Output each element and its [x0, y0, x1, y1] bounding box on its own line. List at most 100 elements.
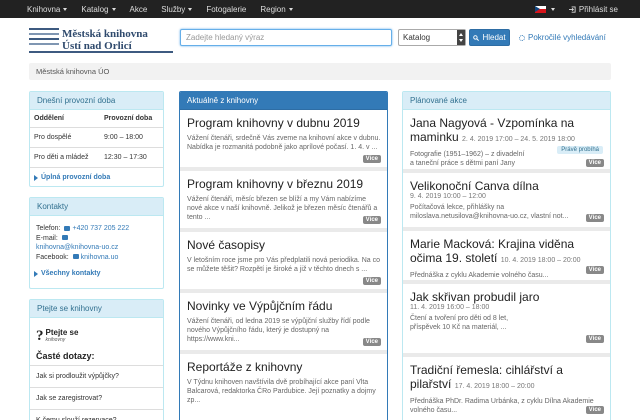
event-date: 17. 4. 2019 18:00 – 20:00: [454, 383, 535, 390]
news-title[interactable]: Program knihovny v dubnu 2019: [187, 116, 381, 130]
event-date: 10. 4. 2019 18:00 – 20:00: [500, 257, 581, 264]
news-excerpt: V letošním roce jsme pro Vás předplatili…: [187, 257, 380, 273]
all-contacts-label: Všechny kontakty: [41, 270, 101, 277]
event-date: 11. 4. 2019 16:00 – 18:00: [410, 304, 490, 311]
search-input[interactable]: [180, 29, 392, 46]
search-button-label: Hledat: [482, 33, 506, 42]
login-link[interactable]: Přihlásit se: [568, 4, 618, 14]
nav-item-label: Akce: [129, 4, 148, 14]
faq-item[interactable]: K čemu slouží rezervace?: [30, 409, 163, 420]
advanced-search-label: Pokročilé vyhledávání: [528, 33, 606, 42]
hours-time: 12:30 – 17:30: [100, 147, 163, 168]
nav-item-katalog[interactable]: Katalog: [81, 4, 116, 14]
more-button[interactable]: Více: [585, 335, 604, 343]
search-icon: [473, 34, 480, 41]
news-excerpt: V Týdnu knihoven navštívila dvě probíhaj…: [187, 379, 376, 404]
event-title[interactable]: Velikonoční Canva dílna: [410, 179, 604, 193]
ask-logo-icon: ?: [36, 327, 44, 344]
caret-down-icon: [288, 7, 293, 11]
facebook-icon: [72, 254, 79, 260]
login-label: Přihlásit se: [578, 4, 618, 14]
event-item[interactable]: Velikonoční Canva dílna 9. 4. 2019 10:00…: [403, 174, 610, 231]
phone-label: Telefon:: [36, 225, 61, 232]
more-button[interactable]: Více: [585, 159, 604, 167]
event-item[interactable]: Marie Macková: Krajina viděna očima 19. …: [403, 232, 610, 284]
faq-item[interactable]: Jak si prodloužit výpůjčky?: [30, 365, 163, 387]
contacts-panel: Kontakty Telefon: +420 737 205 222 E-mai…: [29, 197, 164, 289]
news-item[interactable]: Reportáže z knihovny V Týdnu knihoven na…: [180, 355, 387, 415]
more-button[interactable]: Více: [362, 338, 381, 346]
phone-link[interactable]: +420 737 205 222: [72, 225, 129, 232]
more-button[interactable]: Více: [362, 216, 381, 224]
events-panel-title: Plánované akce: [403, 92, 610, 110]
all-contacts-link[interactable]: Všechny kontakty: [30, 270, 163, 283]
contacts-panel-title: Kontakty: [30, 198, 163, 216]
news-item[interactable]: Nové časopisy V letošním roce jsme pro V…: [180, 233, 387, 293]
facebook-label: Facebook:: [36, 253, 69, 261]
facebook-link[interactable]: knihovna.uo: [81, 254, 119, 261]
news-panel-title: Aktuálně z knihovny: [180, 92, 387, 110]
news-title[interactable]: Novinky ve Výpůjčním řádu: [187, 299, 381, 313]
nav-item-label: Služby: [161, 4, 186, 14]
hours-dept: Pro děti a mládež: [30, 147, 100, 168]
faq-item[interactable]: Jak se zaregistrovat?: [30, 387, 163, 409]
more-button[interactable]: Více: [362, 277, 381, 285]
full-hours-label: Úplná provozní doba: [41, 174, 111, 181]
event-date: 9. 4. 2019 10:00 – 12:00: [410, 193, 486, 200]
search-scope-value: Katalog: [403, 33, 431, 42]
hours-time: 9:00 – 18:00: [100, 127, 163, 148]
ongoing-badge: Právě probíhá: [557, 146, 603, 154]
email-label: E-mail:: [36, 234, 58, 242]
caret-down-icon: [63, 7, 68, 11]
news-item[interactable]: Program knihovny v březnu 2019 Vážení čt…: [180, 172, 387, 232]
more-button[interactable]: Více: [585, 214, 604, 222]
advanced-search-link[interactable]: Pokročilé vyhledávání: [519, 33, 606, 42]
email-link[interactable]: knihovna@knihovna-uo.cz: [36, 244, 118, 251]
main-menu: Knihovna Katalog Akce Služby Fotogalerie Regi…: [27, 5, 307, 14]
event-title[interactable]: Tradiční řemesla: cihlářství a pilařství…: [410, 363, 604, 394]
breadcrumb: Městská knihovna ÚO: [29, 63, 611, 80]
ask-library-logo[interactable]: ? Ptejte se knihovny: [36, 326, 157, 346]
caret-down-icon: [111, 7, 116, 11]
event-item[interactable]: Tradiční řemesla: cihlářství a pilařství…: [403, 358, 610, 420]
nav-item-sluzby[interactable]: Služby: [161, 4, 193, 14]
nav-item-akce[interactable]: Akce: [130, 5, 148, 14]
logo-line1: Městská knihovna: [62, 28, 148, 40]
news-item[interactable]: Program knihovny v dubnu 2019 Vážení čte…: [180, 111, 387, 171]
hours-table: Oddělení Provozní doba Pro dospělé 9:00 …: [30, 110, 163, 168]
news-excerpt: Vážení čtenáři, srdečně Vás zveme na kni…: [187, 135, 381, 151]
nav-item-region[interactable]: Region: [260, 5, 293, 14]
event-excerpt: Přednáška z cyklu Akademie volného času.…: [410, 272, 549, 279]
news-title[interactable]: Program knihovny v březnu 2019: [187, 177, 381, 191]
event-excerpt: Fotografie (1951–1962) – z divadelní a t…: [410, 151, 525, 173]
event-item[interactable]: Jana Nagyová - Vzpomínka na maminku 2. 4…: [403, 111, 610, 173]
news-title[interactable]: Reportáže z knihovny: [187, 360, 381, 374]
news-title[interactable]: Nové časopisy: [187, 238, 381, 252]
news-panel: Aktuálně z knihovny Program knihovny v d…: [179, 91, 388, 420]
select-arrows-icon: [457, 30, 465, 45]
nav-item-label: Fotogalerie: [206, 4, 247, 14]
event-item[interactable]: Jak skřivan probudil jaro 11. 4. 2019 16…: [403, 285, 610, 357]
full-hours-link[interactable]: Úplná provozní doba: [30, 168, 163, 186]
news-item[interactable]: Novinky ve Výpůjčním řádu Vážení čtenáři…: [180, 294, 387, 354]
search-scope-select[interactable]: Katalog: [398, 29, 466, 46]
language-caret-icon[interactable]: [550, 7, 555, 11]
logo-underline: [29, 51, 173, 53]
search-button[interactable]: Hledat: [469, 29, 510, 46]
event-title[interactable]: Marie Macková: Krajina viděna očima 19. …: [410, 237, 604, 268]
library-logo[interactable]: Městská knihovna Ústí nad Orlicí: [29, 27, 173, 53]
more-button[interactable]: Více: [585, 406, 604, 414]
navbar-right: Přihlásit se: [534, 0, 618, 18]
more-button[interactable]: Více: [362, 155, 381, 163]
faq-title: Časté dotazy:: [36, 351, 95, 361]
nav-item-knihovna[interactable]: Knihovna: [27, 4, 68, 14]
logo-bars: [29, 28, 59, 48]
nav-item-fotogalerie[interactable]: Fotogalerie: [206, 5, 246, 14]
czech-flag-icon[interactable]: [534, 5, 546, 13]
nav-item-label: Knihovna: [27, 4, 61, 14]
nav-item-label: Katalog: [81, 4, 109, 14]
more-button[interactable]: Více: [585, 266, 604, 274]
event-title[interactable]: Jana Nagyová - Vzpomínka na maminku 2. 4…: [410, 116, 604, 147]
envelope-icon: [61, 235, 68, 241]
event-title[interactable]: Jak skřivan probudil jaro: [410, 290, 604, 304]
